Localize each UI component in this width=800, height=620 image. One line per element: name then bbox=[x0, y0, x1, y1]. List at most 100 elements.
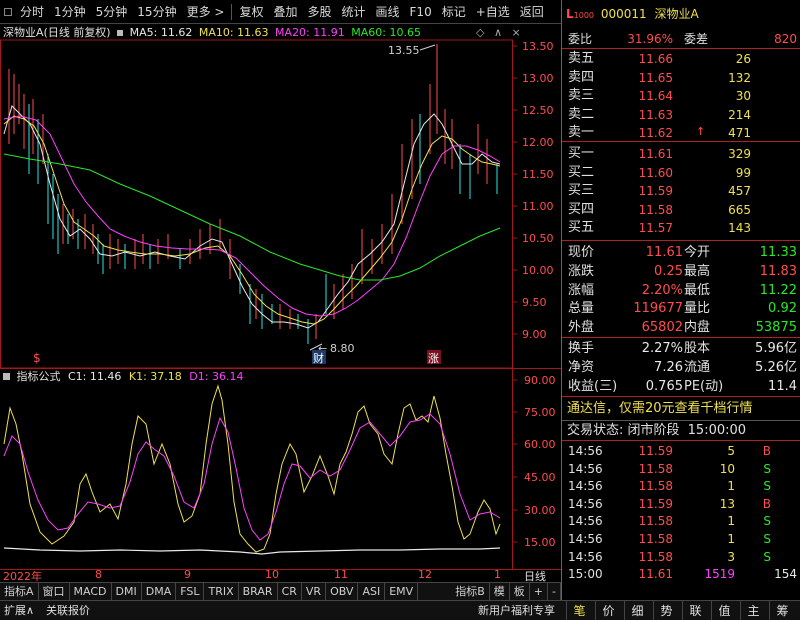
side-tab[interactable]: 联 bbox=[682, 601, 708, 620]
bid-level-label: 买二 bbox=[568, 164, 595, 180]
k1-line bbox=[3, 384, 501, 553]
bid-row[interactable]: 买五 11.57 143 bbox=[562, 219, 800, 237]
zoom-out-button[interactable]: - bbox=[548, 583, 561, 600]
tick-price: 11.58 bbox=[638, 514, 673, 529]
stock-label[interactable]: 深物业A(日线 前复权) bbox=[3, 26, 111, 39]
tab-indicator-b[interactable]: 指标B bbox=[451, 583, 490, 600]
tab-5min[interactable]: 5分钟 bbox=[91, 0, 133, 24]
side-tab[interactable]: 值 bbox=[711, 601, 737, 620]
tab-trix[interactable]: TRIX bbox=[204, 583, 239, 600]
tab-fsl[interactable]: FSL bbox=[176, 583, 205, 600]
bid-row[interactable]: 买二 11.60 99 bbox=[562, 164, 800, 182]
adjust-button[interactable]: 复权 bbox=[234, 0, 268, 24]
ask-volume: 30 bbox=[735, 89, 751, 104]
tab-macd[interactable]: MACD bbox=[70, 583, 112, 600]
side-tab[interactable]: 筹 bbox=[769, 601, 795, 620]
mark-button[interactable]: 标记 bbox=[437, 0, 471, 24]
draw-line-button[interactable]: 画线 bbox=[371, 0, 405, 24]
side-tab[interactable]: 主 bbox=[740, 601, 766, 620]
tab-emv[interactable]: EMV bbox=[385, 583, 419, 600]
tick-row: 14:56 11.58 1 S bbox=[562, 477, 800, 495]
tab-dma[interactable]: DMA bbox=[142, 583, 177, 600]
promo-banner[interactable]: 通达信，仅需20元查看千档行情 bbox=[562, 400, 800, 418]
related-quote-button[interactable]: 关联报价 bbox=[46, 601, 90, 620]
stat-label: 内盘 bbox=[684, 320, 711, 336]
tab-vr[interactable]: VR bbox=[302, 583, 327, 600]
promo-link[interactable]: 新用户福利专享 bbox=[478, 601, 555, 620]
tab-fenshi[interactable]: 分时 bbox=[15, 0, 49, 24]
bid-price: 11.57 bbox=[638, 221, 673, 236]
wei-bi-label: 委比 bbox=[568, 32, 593, 46]
overlay-button[interactable]: 叠加 bbox=[268, 0, 302, 24]
tick-time: 14:56 bbox=[568, 514, 603, 529]
stat-label: 涨幅 bbox=[568, 282, 595, 298]
bid-level-label: 买一 bbox=[568, 146, 595, 161]
f10-button[interactable]: F10 bbox=[405, 0, 437, 24]
zoom-in-button[interactable]: + bbox=[530, 583, 549, 600]
bid-row[interactable]: 买四 11.58 665 bbox=[562, 201, 800, 219]
indicator-name[interactable]: 指标公式 bbox=[17, 370, 61, 383]
tick-time: 14:56 bbox=[568, 479, 603, 494]
tab-board[interactable]: 板 bbox=[510, 583, 530, 600]
tab-asi[interactable]: ASI bbox=[358, 583, 386, 600]
back-button[interactable]: 返回 bbox=[515, 0, 549, 24]
bid-row[interactable]: 买一 11.61 329 bbox=[562, 145, 800, 163]
ask-row[interactable]: 卖五 11.66 26 bbox=[562, 50, 800, 68]
stat-row: 收益(三) 0.765 PE(动) 11.4 bbox=[562, 378, 800, 396]
tab-more[interactable]: 更多 > bbox=[182, 0, 230, 24]
tab-brar[interactable]: BRAR bbox=[239, 583, 278, 600]
tick-volume: 1 bbox=[727, 479, 735, 494]
ask-level-label: 卖四 bbox=[568, 69, 595, 85]
stat-value: 7.26 bbox=[654, 359, 683, 375]
wei-bi-row: 委比 31.96% 委差 820 bbox=[562, 30, 800, 48]
tab-1min[interactable]: 1分钟 bbox=[49, 0, 91, 24]
window-square-icon[interactable] bbox=[4, 7, 12, 16]
tab-15min[interactable]: 15分钟 bbox=[132, 0, 181, 24]
expand-icon[interactable]: ∧ bbox=[494, 26, 502, 39]
level-l-icon: L bbox=[566, 7, 574, 21]
stock-code: 000011 bbox=[600, 7, 647, 21]
indicator-square-icon bbox=[3, 373, 10, 380]
stat-row: 涨跌 0.25 最高 11.83 bbox=[562, 263, 800, 281]
stats-button[interactable]: 统计 bbox=[337, 0, 371, 24]
tab-dmi[interactable]: DMI bbox=[112, 583, 142, 600]
ask-row[interactable]: 卖二 11.63 214 bbox=[562, 106, 800, 124]
bid-row[interactable]: 买三 11.59 457 bbox=[562, 182, 800, 200]
add-watchlist-button[interactable]: +自选 bbox=[471, 0, 515, 24]
tab-indicator-a[interactable]: 指标A bbox=[0, 583, 39, 600]
side-tab[interactable]: 价 bbox=[595, 601, 621, 620]
expand-button[interactable]: 扩展∧ bbox=[4, 601, 34, 620]
side-tab[interactable]: 细 bbox=[624, 601, 650, 620]
side-tab[interactable]: 笔 bbox=[566, 601, 592, 620]
ask-row[interactable]: 卖一 11.62 471 bbox=[562, 124, 800, 142]
tick-row: 14:56 11.58 1 S bbox=[562, 530, 800, 548]
tab-obv[interactable]: OBV bbox=[326, 583, 359, 600]
dividend-marker[interactable]: $ bbox=[33, 351, 41, 365]
multi-stock-button[interactable]: 多股 bbox=[302, 0, 336, 24]
tab-window[interactable]: 窗口 bbox=[39, 583, 70, 600]
settings-icon[interactable]: ◇ bbox=[476, 26, 484, 39]
chart-area[interactable]: 13.50 13.00 12.50 12.00 11.50 11.00 10.5… bbox=[0, 24, 561, 582]
tab-cr[interactable]: CR bbox=[278, 583, 302, 600]
ask-price: 11.63 bbox=[638, 107, 673, 122]
d1-line bbox=[3, 413, 501, 541]
level-tag: 1000 bbox=[573, 11, 595, 20]
divider bbox=[562, 48, 800, 49]
price-tick: 13.00 bbox=[522, 72, 554, 85]
ask-row[interactable]: 卖四 11.65 132 bbox=[562, 69, 800, 87]
tab-template[interactable]: 模 bbox=[490, 583, 510, 600]
price-tick: 11.50 bbox=[522, 168, 554, 181]
limit-up-marker[interactable]: 涨 bbox=[428, 352, 439, 365]
tick-volume: 5 bbox=[727, 444, 735, 458]
trade-status-row: 交易状态: 闭市阶段 15:00:00 bbox=[562, 422, 800, 440]
stat-label: 今开 bbox=[684, 245, 711, 260]
close-icon[interactable]: × bbox=[512, 26, 521, 39]
ma5-line bbox=[3, 105, 501, 329]
finance-marker[interactable]: 财 bbox=[313, 351, 324, 365]
side-tab[interactable]: 势 bbox=[653, 601, 679, 620]
ask-row[interactable]: 卖三 11.64 30 bbox=[562, 87, 800, 105]
stat-row: 总量 119677 量比 0.92 bbox=[562, 300, 800, 318]
trade-status-time: 15:00:00 bbox=[687, 423, 747, 438]
stat-label: 现价 bbox=[568, 245, 595, 260]
stat-row: 现价 11.61 今开 11.33 bbox=[562, 244, 800, 262]
